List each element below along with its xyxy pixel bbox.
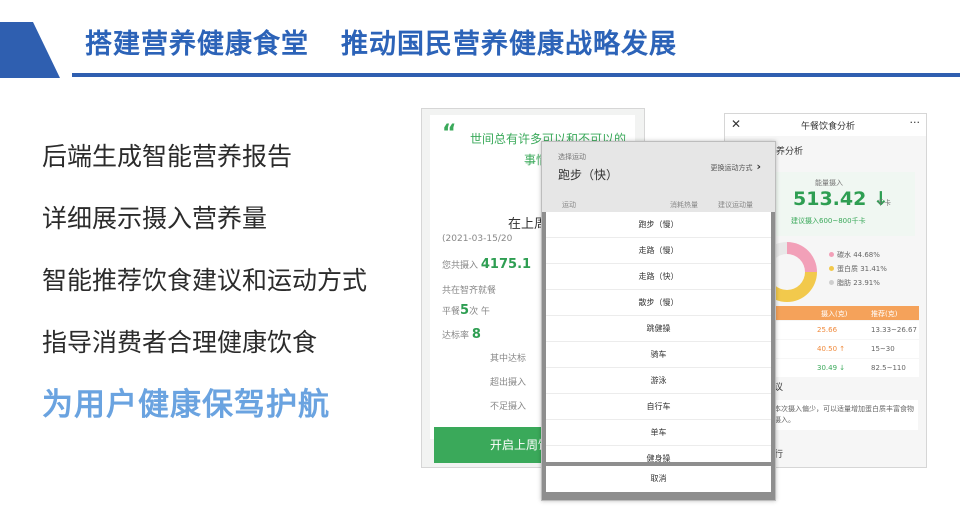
nutrient-table-header: 摄入(克) 推荐(克) (757, 306, 919, 320)
feature-item: 后端生成智能营养报告 (42, 142, 293, 171)
feature-list: 后端生成智能营养报告 详细展示摄入营养量 智能推荐饮食建议和运动方式 指导消费者… (42, 140, 367, 450)
legend-item: 脂肪 23.91% (829, 278, 880, 288)
change-exercise-link[interactable]: 更换运动方式 › (710, 160, 761, 173)
page-title: 搭建营养健康食堂 推动国民营养健康战略发展 (85, 22, 677, 61)
quote-icon: “ (442, 121, 457, 146)
feature-item: 指导消费者合理健康饮食 (42, 328, 318, 357)
title-part-1: 搭建营养健康食堂 (85, 29, 309, 60)
chevron-right-icon: › (756, 160, 761, 173)
legend-item: 碳水 44.68% (829, 250, 880, 260)
picker-item[interactable]: 游泳 (546, 368, 771, 394)
corner-accent (0, 22, 60, 78)
more-icon[interactable]: ··· (910, 116, 921, 129)
feature-item-highlight: 为用户健康保驾护航 (42, 387, 330, 423)
feature-item: 详细展示摄入营养量 (42, 204, 268, 233)
picker-item[interactable]: 走路（慢） (546, 238, 771, 264)
compliance-rate: 达标率 8 (442, 327, 481, 342)
picker-item[interactable]: 跑步（慢） (546, 212, 771, 238)
table-row: 40.50 ↑ 15~30 (757, 340, 919, 358)
average-meals: 平餐5次 午 (442, 303, 490, 318)
energy-value: 513.42 ↓ (793, 188, 889, 210)
picker-item[interactable]: 走路（快） (546, 264, 771, 290)
analysis-header: ✕ 午餐饮食分析 ··· (725, 114, 926, 136)
exercise-header: 选择运动 跑步（快） 更换运动方式 › 运动 消耗热量 建议运动量 (542, 142, 775, 212)
picker-item[interactable]: 自行车 (546, 394, 771, 420)
exercise-label: 选择运动 (558, 153, 586, 161)
close-icon[interactable]: ✕ (731, 117, 741, 131)
title-underline (72, 73, 960, 77)
stat-row: 超出摄入 (490, 378, 527, 388)
picker-item[interactable]: 跳健操 (546, 316, 771, 342)
exercise-picker-screen: 选择运动 跑步（快） 更换运动方式 › 运动 消耗热量 建议运动量 跑步（慢） 走… (541, 141, 776, 501)
table-row: 30.49 ↓ 82.5~110 (757, 359, 919, 377)
legend-item: 蛋白质 31.41% (829, 264, 887, 274)
selected-exercise: 跑步（快） (558, 168, 619, 182)
picker-item[interactable]: 散步（慢） (546, 290, 771, 316)
dining-count: 共在智齐就餐 (442, 286, 497, 296)
picker-item[interactable]: 骑车 (546, 342, 771, 368)
table-row: 25.66 13.33~26.67 (757, 321, 919, 339)
stat-row: 不足摄入 (490, 402, 527, 412)
picker-item[interactable]: 单车 (546, 420, 771, 446)
week-range: (2021-03-15/20 (442, 234, 513, 244)
stat-row: 其中达标 (490, 354, 527, 364)
energy-card: 能量摄入 513.42 ↓ 千卡 建议摄入600~800千卡 (765, 172, 915, 236)
energy-unit: 千卡 (877, 199, 891, 207)
energy-recommendation: 建议摄入600~800千卡 (791, 217, 866, 225)
cancel-button[interactable]: 取消 (546, 466, 771, 492)
exercise-picker: 跑步（慢） 走路（慢） 走路（快） 散步（慢） 跳健操 骑车 游泳 自行车 单车… (546, 212, 771, 472)
feature-item: 智能推荐饮食建议和运动方式 (42, 266, 368, 295)
advice-text: 您本次摄入偏少，可以适量增加蛋白质丰富食物的摄入。 (763, 400, 918, 430)
energy-label: 能量摄入 (815, 179, 843, 187)
analysis-title: 午餐饮食分析 (801, 122, 856, 132)
total-intake: 您共摄入 4175.1 (442, 257, 532, 272)
title-part-2: 推动国民营养健康战略发展 (341, 29, 677, 60)
